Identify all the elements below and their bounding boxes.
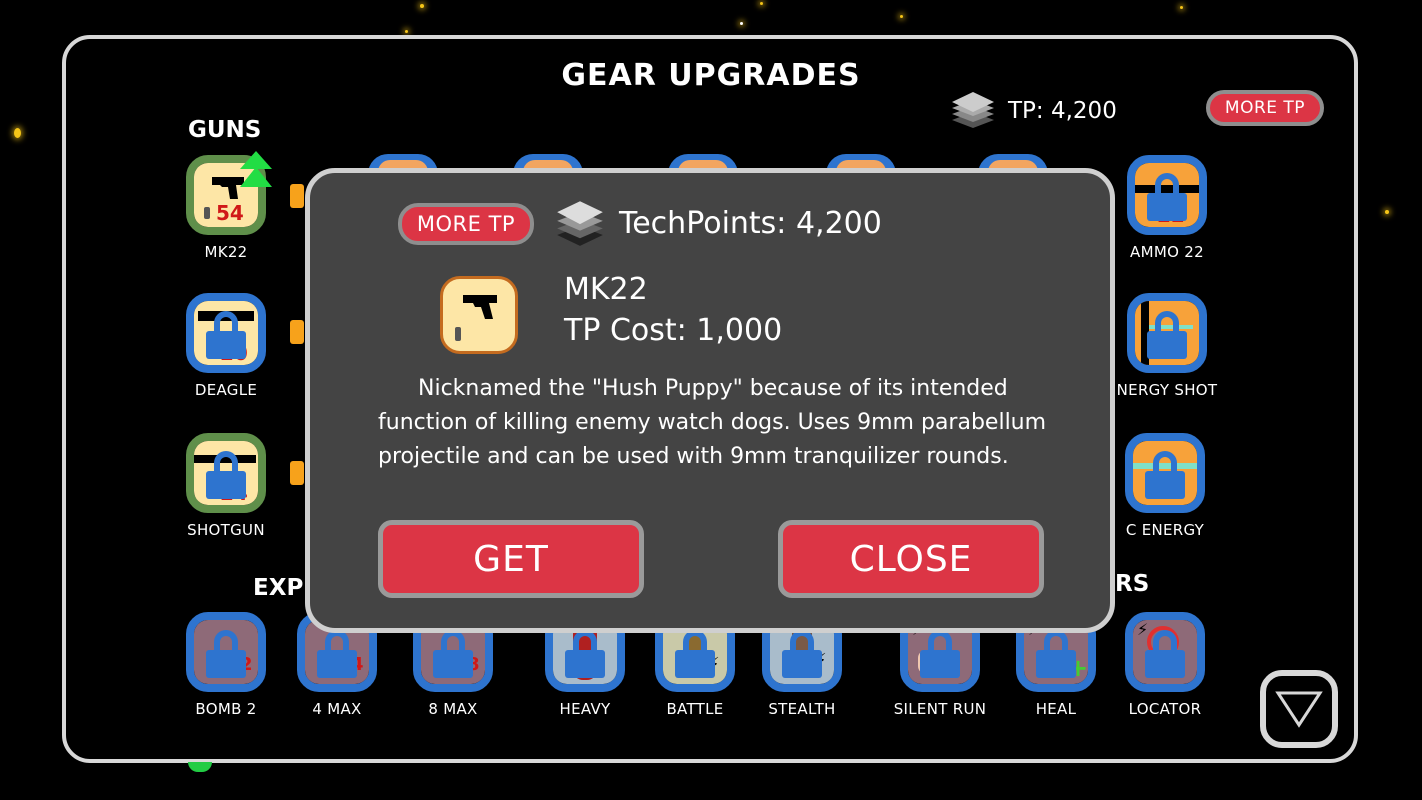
lock-icon xyxy=(206,630,246,679)
background-star xyxy=(740,22,743,25)
more-tp-button[interactable]: MORE TP xyxy=(1206,90,1324,126)
modal-more-tp-button[interactable]: MORE TP xyxy=(398,203,534,245)
gun-label: DEAGLE xyxy=(194,381,258,399)
modal-item-description: Nicknamed the "Hush Puppy" because of it… xyxy=(378,376,1047,469)
energy-shot-icon xyxy=(1127,293,1207,373)
lock-icon xyxy=(782,630,822,679)
gear-item-bomb-2[interactable]: 2 BOMB 2 xyxy=(186,612,266,718)
close-label: CLOSE xyxy=(849,538,973,580)
modal-item-icon xyxy=(440,276,518,354)
get-label: GET xyxy=(473,538,549,580)
modal-techpoints: TechPoints: 4,200 xyxy=(555,198,882,248)
deagle-icon: 20 xyxy=(186,293,266,373)
gear-label: AMMO 22 xyxy=(1130,243,1204,261)
lock-icon xyxy=(1145,630,1185,679)
orange-tab xyxy=(290,320,304,344)
background-star xyxy=(420,4,424,8)
section-guns: GUNS xyxy=(188,117,262,143)
tp-balance: TP: 4,200 xyxy=(950,88,1117,134)
gear-label: 8 MAX xyxy=(428,700,478,718)
techpoints-text: TechPoints: 4,200 xyxy=(619,205,882,241)
gear-item-locator[interactable]: ⚡ LOCATOR xyxy=(1125,612,1205,718)
gear-label: NERGY SHOT xyxy=(1116,381,1218,399)
lock-icon xyxy=(206,311,246,360)
close-button[interactable]: CLOSE xyxy=(778,520,1044,598)
orange-tab xyxy=(290,184,304,208)
section-right-partial: RS xyxy=(1115,571,1150,597)
modal-item-cost: TP Cost: 1,000 xyxy=(564,313,783,348)
gear-item-energy-shot[interactable]: NERGY SHOT xyxy=(1117,293,1217,399)
gear-item-ammo-22[interactable]: 22 AMMO 22 xyxy=(1127,155,1207,261)
ammo-count: 54 xyxy=(216,201,244,225)
gear-label: C ENERGY xyxy=(1125,521,1205,539)
bomb-icon: 2 xyxy=(186,612,266,692)
scroll-down-button[interactable] xyxy=(1260,670,1338,748)
lock-icon xyxy=(675,630,715,679)
gun-label: MK22 xyxy=(204,243,248,261)
background-star xyxy=(1385,210,1389,214)
lock-icon xyxy=(433,630,473,679)
background-star xyxy=(405,30,408,33)
background-star xyxy=(760,2,763,5)
c-energy-icon xyxy=(1125,433,1205,513)
background-star xyxy=(14,128,21,138)
gun-item-deagle[interactable]: 20 DEAGLE xyxy=(186,293,266,399)
more-tp-label: MORE TP xyxy=(1224,98,1306,118)
upgrade-arrows-icon xyxy=(240,151,272,187)
page-title: GEAR UPGRADES xyxy=(561,58,861,93)
gun-label: SHOTGUN xyxy=(187,521,265,539)
lock-icon xyxy=(565,630,605,679)
locator-icon: ⚡ xyxy=(1125,612,1205,692)
techpoints-stack-icon xyxy=(952,92,994,128)
get-button[interactable]: GET xyxy=(378,520,644,598)
background-star xyxy=(900,15,903,18)
more-tp-label: MORE TP xyxy=(416,212,516,236)
lock-icon xyxy=(1145,451,1185,500)
section-explosives: EXP xyxy=(253,575,304,601)
gun-item-mk22[interactable]: 54 MK22 xyxy=(186,151,272,261)
orange-tab xyxy=(290,461,304,485)
lock-icon xyxy=(1147,311,1187,360)
green-indicator xyxy=(188,762,212,772)
background-star xyxy=(1180,6,1183,9)
lock-icon xyxy=(1036,630,1076,679)
lock-icon xyxy=(317,630,357,679)
pistol-icon xyxy=(455,295,497,341)
lock-icon xyxy=(920,630,960,679)
gun-item-shotgun[interactable]: 24 SHOTGUN xyxy=(186,433,266,539)
gear-item-c-energy[interactable]: C ENERGY xyxy=(1125,433,1205,539)
lock-icon xyxy=(206,451,246,500)
modal-item-name: MK22 xyxy=(564,272,648,307)
gear-label: STEALTH xyxy=(768,700,836,718)
triangle-down-icon xyxy=(1275,691,1323,728)
gear-label: LOCATOR xyxy=(1128,700,1202,718)
techpoints-stack-icon xyxy=(557,201,603,246)
ammo-22-icon: 22 xyxy=(1127,155,1207,235)
tp-balance-text: TP: 4,200 xyxy=(1008,98,1117,124)
lock-icon xyxy=(1147,173,1187,222)
shotgun-icon: 24 xyxy=(186,433,266,513)
